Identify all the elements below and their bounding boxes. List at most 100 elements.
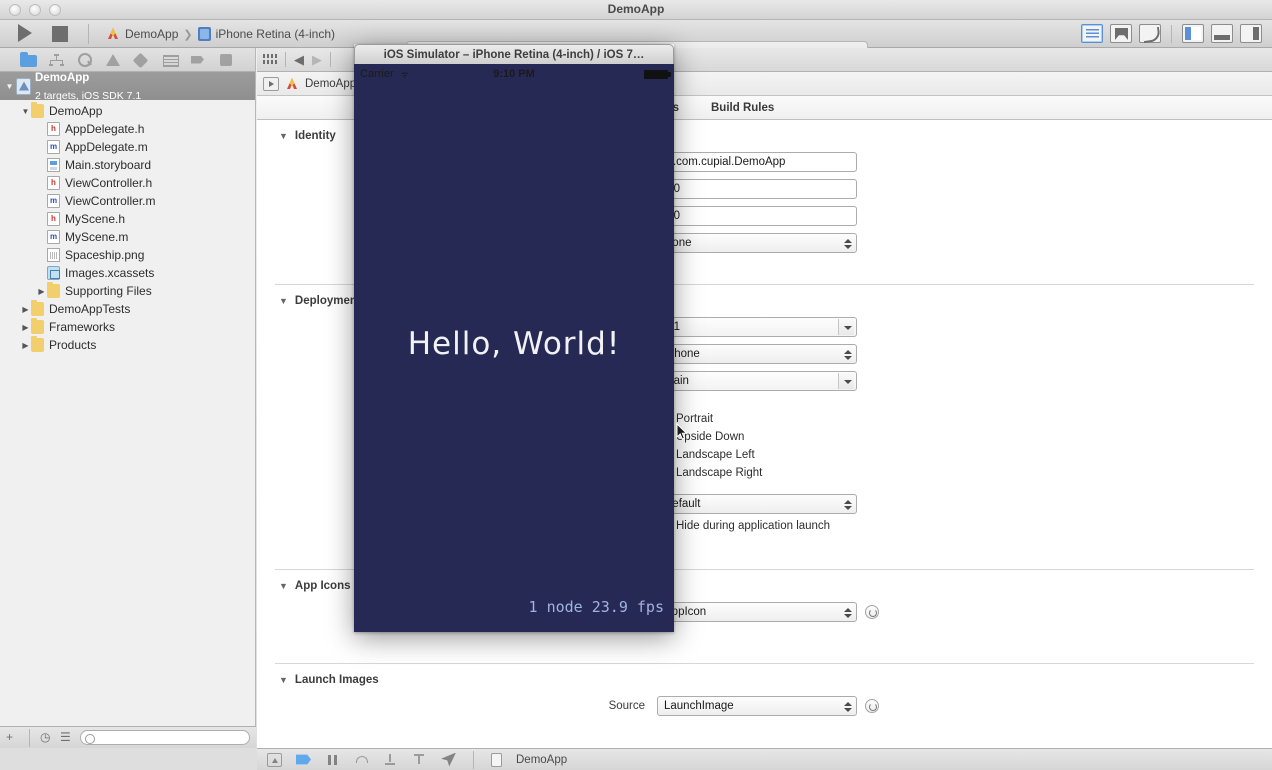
navigator-row[interactable]: ▶ DemoAppTests [0,300,255,318]
assistant-editor-button[interactable] [1110,24,1132,43]
navigator-row-label: MyScene.h [65,212,126,226]
standard-editor-button[interactable] [1081,24,1103,43]
breakpoints-toggle-icon[interactable] [296,754,311,765]
forward-arrow-icon[interactable]: ▶ [312,52,322,68]
recent-files-filter-icon[interactable]: ◷ [40,731,53,744]
version-field[interactable]: 1.0 [657,178,857,199]
navigator-row-label: DemoAppTests [49,302,131,316]
stop-button[interactable] [52,26,68,42]
navigator-filter-bar: + ◷ ☰ [0,726,256,748]
build-field[interactable]: 1.0 [657,205,857,226]
navigator-file-tree: ▼ DemoApp h AppDelegate.h m AppDelegate.m Main… [0,100,255,354]
devices-field[interactable]: iPhone [657,343,857,364]
ios-simulator-window[interactable]: iOS Simulator – iPhone Retina (4-inch) /… [354,44,674,632]
breakpoint-navigator-tab[interactable] [190,52,207,68]
add-icon[interactable]: + [6,731,19,744]
disclosure-triangle-icon[interactable]: ▼ [279,675,288,685]
step-over-icon[interactable] [354,753,369,767]
status-bar-style-field[interactable]: Default [657,493,857,514]
scheme-selector[interactable]: DemoApp ❯ iPhone Retina (4-inch) [106,23,335,45]
navigator-row[interactable]: ▼ DemoApp [0,102,255,120]
navigator-filter-input[interactable] [80,730,250,745]
navigator-row[interactable]: m ViewController.m [0,192,255,210]
stepper-arrows-icon [843,348,852,362]
navigator-row[interactable]: Images.xcassets [0,264,255,282]
stepper-arrows-icon [843,700,852,714]
simulator-screen[interactable]: Carrier 9:10 PM Hello, World! 1 node 23.… [354,64,674,632]
debug-navigator-tab[interactable] [162,52,179,68]
device-icon [197,27,211,41]
main-interface-field[interactable]: Main [657,370,857,391]
disclosure-triangle-icon[interactable]: ▶ [20,323,31,332]
disclosure-triangle-icon[interactable]: ▶ [20,305,31,314]
navigator-row[interactable]: m MyScene.m [0,228,255,246]
simulate-location-icon[interactable] [441,752,456,767]
stepper-arrows-icon [843,606,852,620]
symbol-navigator-tab[interactable] [48,52,65,68]
refresh-icon[interactable] [865,604,879,619]
navigator-row[interactable]: h MyScene.h [0,210,255,228]
source-control-filter-icon[interactable]: ☰ [60,731,73,744]
ios-status-bar: Carrier 9:10 PM [354,64,674,84]
disclosure-triangle-icon[interactable]: ▼ [279,296,288,306]
battery-icon [644,70,671,79]
navigator-row-label: Main.storyboard [65,158,152,172]
disclosure-triangle-icon[interactable]: ▶ [20,341,31,350]
utilities-toggle-button[interactable] [1240,24,1262,43]
section-header[interactable]: ▼ Launch Images [257,664,1272,692]
debug-area-toggle-button[interactable] [1211,24,1233,43]
test-navigator-tab[interactable] [133,52,150,68]
disclosure-triangle-icon[interactable]: ▼ [279,131,288,141]
navigator-row-label: ViewController.h [65,176,153,190]
pause-button-icon[interactable] [325,753,340,767]
section-title: Launch Images [294,674,379,686]
disclosure-triangle-icon[interactable]: ▼ [20,107,31,116]
navigator-row-label: Frameworks [49,320,116,334]
navigator-row[interactable]: ▶ Supporting Files [0,282,255,300]
navigator-row[interactable]: m AppDelegate.m [0,138,255,156]
toolbar-right-group [1081,24,1262,43]
project-navigator-tab[interactable] [19,51,37,68]
navigator-row[interactable]: Main.storyboard [0,156,255,174]
back-arrow-icon[interactable]: ◀ [294,52,304,68]
navigator-row-label: Spaceship.png [65,248,145,262]
issue-navigator-tab[interactable] [105,52,122,68]
folder-icon [31,336,44,352]
navigator-row-label: MyScene.m [65,230,129,244]
disclosure-triangle-icon[interactable]: ▼ [4,82,15,91]
bundle-identifier-field[interactable]: pl.com.cupial.DemoApp [657,151,857,172]
version-editor-button[interactable] [1139,24,1161,43]
related-files-icon[interactable] [263,53,277,66]
navigator-row-label: AppDelegate.m [65,140,148,154]
window-titlebar: DemoApp [0,0,1272,20]
folder-icon [47,282,60,298]
simulator-title: iOS Simulator – iPhone Retina (4-inch) /… [354,44,674,64]
source-field[interactable]: AppIcon [657,601,857,622]
disclosure-triangle-icon[interactable]: ▼ [279,581,288,591]
run-button[interactable] [18,24,32,42]
implementation-file-icon: m [47,230,60,244]
navigator-row[interactable]: Spaceship.png [0,246,255,264]
stepper-arrows-icon [843,498,852,512]
navigator-row[interactable]: h ViewController.h [0,174,255,192]
show-debug-area-icon[interactable] [267,752,282,767]
refresh-icon[interactable] [865,698,879,713]
team-field[interactable]: None [657,232,857,253]
project-name: DemoApp [35,72,90,85]
navigator-row[interactable]: ▶ Frameworks [0,318,255,336]
navigator-row[interactable]: h AppDelegate.h [0,120,255,138]
tab-build-rules[interactable]: Build Rules [695,102,790,114]
xcode-project-icon [106,27,120,41]
source-field[interactable]: LaunchImage [657,695,857,716]
step-into-icon[interactable] [383,753,398,767]
project-root-row[interactable]: ▼ DemoApp 2 targets, iOS SDK 7.1 [0,72,255,102]
step-out-icon[interactable] [412,753,427,767]
navigator-toggle-button[interactable] [1182,24,1204,43]
breadcrumb-menu-button[interactable] [263,76,279,91]
log-navigator-tab[interactable] [218,52,235,68]
field-value: pl.com.cupial.DemoApp [664,155,786,168]
find-navigator-tab[interactable] [76,52,93,68]
deployment-target-field[interactable]: 7.1 [657,316,857,337]
navigator-row[interactable]: ▶ Products [0,336,255,354]
disclosure-triangle-icon[interactable]: ▶ [36,287,47,296]
